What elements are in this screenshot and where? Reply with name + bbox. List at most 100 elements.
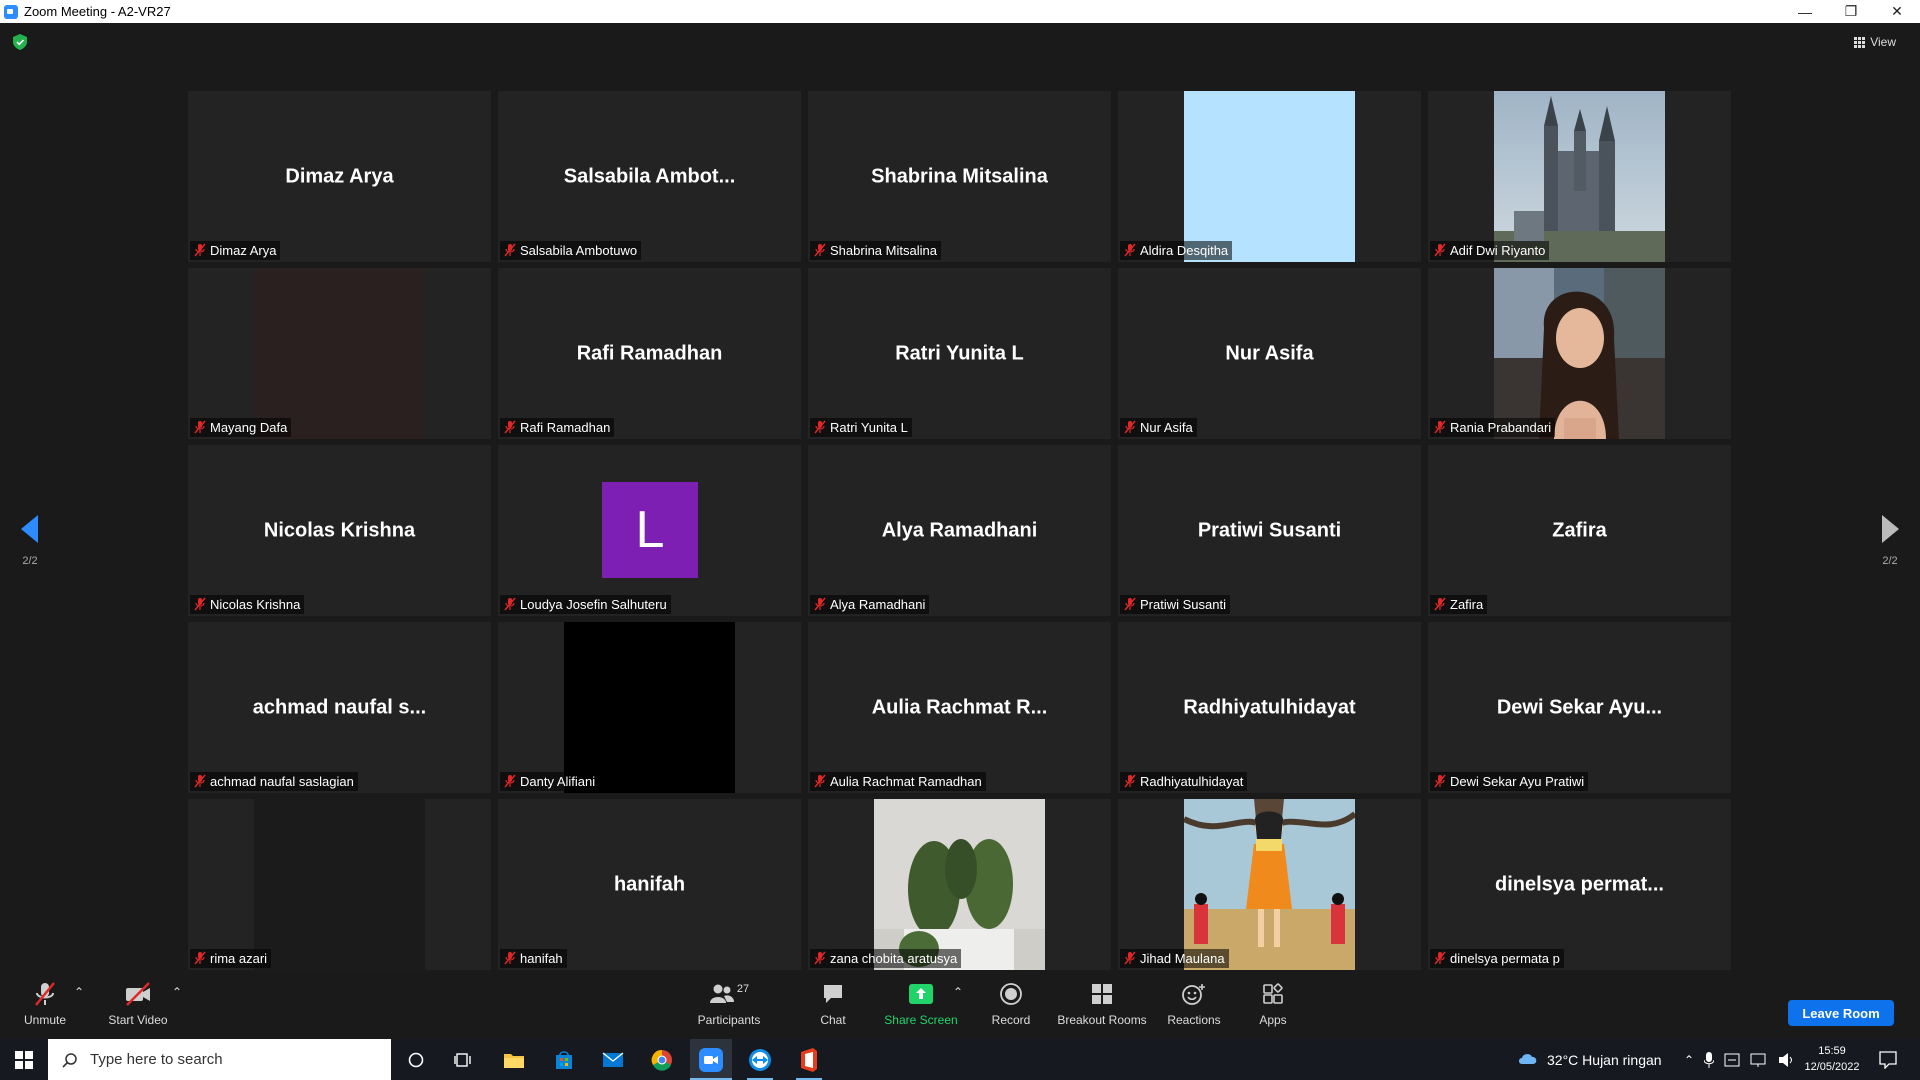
apps-icon <box>1263 983 1283 1004</box>
participant-name-tag: Dimaz Arya <box>190 241 281 260</box>
close-button[interactable]: ✕ <box>1874 0 1920 23</box>
view-button[interactable]: View <box>1854 35 1896 49</box>
office-icon[interactable] <box>788 1039 830 1080</box>
participant-name: rima azari <box>210 951 268 966</box>
participant-name-tag: Ratri Yunita L <box>810 418 912 437</box>
participant-tile[interactable]: Aldira Desqitha <box>1118 91 1421 262</box>
reactions-button[interactable]: Reactions <box>1165 981 1223 1027</box>
grid-view-icon <box>1854 36 1866 48</box>
participant-name: Danty Alifiani <box>520 774 596 789</box>
share-screen-button[interactable]: Share Screen <box>884 981 958 1027</box>
microphone-icon[interactable] <box>1704 1051 1715 1068</box>
muted-mic-icon <box>504 774 516 788</box>
notifications-icon[interactable] <box>1870 1039 1906 1080</box>
search-placeholder: Type here to search <box>90 1051 223 1068</box>
participant-display-name: Alya Ramadhani <box>881 519 1038 541</box>
arrow-left-icon <box>21 515 38 543</box>
title-bar: Zoom Meeting - A2-VR27 — ❐ ✕ <box>0 0 1920 23</box>
teamviewer-tray-icon[interactable] <box>1724 1052 1740 1068</box>
task-view-icon[interactable] <box>447 1039 479 1080</box>
apps-label: Apps <box>1259 1013 1287 1027</box>
participant-display-name: Nicolas Krishna <box>263 519 416 541</box>
participant-tile[interactable]: Pratiwi Susanti Pratiwi Susanti <box>1118 445 1421 616</box>
participant-tile[interactable]: Zafira Zafira <box>1428 445 1731 616</box>
search-icon <box>62 1052 77 1068</box>
breakout-rooms-button[interactable]: Breakout Rooms <box>1057 981 1147 1027</box>
participants-count: 27 <box>736 983 750 995</box>
file-explorer-icon[interactable] <box>497 1039 531 1080</box>
participant-name-tag: hanifah <box>500 949 567 968</box>
microsoft-store-icon[interactable] <box>547 1039 581 1080</box>
participant-tile[interactable]: Rania Prabandari <box>1428 268 1731 439</box>
participant-tile[interactable]: hanifah hanifah <box>498 799 801 970</box>
participant-tile[interactable]: Dewi Sekar Ayu... Dewi Sekar Ayu Pratiwi <box>1428 622 1731 793</box>
share-options-caret-icon[interactable]: ⌃ <box>953 985 963 999</box>
participant-name: Pratiwi Susanti <box>1140 597 1226 612</box>
zoom-taskbar-icon[interactable] <box>690 1039 732 1080</box>
participant-tile[interactable]: Mayang Dafa <box>188 268 491 439</box>
video-options-caret-icon[interactable]: ⌃ <box>172 985 182 999</box>
participant-tile[interactable]: L Loudya Josefin Salhuteru <box>498 445 801 616</box>
next-page-button[interactable]: 2/2 <box>1875 515 1905 567</box>
chat-button[interactable]: Chat <box>812 981 854 1027</box>
participant-tile[interactable]: Ratri Yunita L Ratri Yunita L <box>808 268 1111 439</box>
window-controls: — ❐ ✕ <box>1782 0 1920 23</box>
chrome-icon[interactable] <box>645 1039 679 1080</box>
participant-tile[interactable]: Radhiyatulhidayat Radhiyatulhidayat <box>1118 622 1421 793</box>
clock-date: 12/05/2022 <box>1804 1061 1860 1073</box>
unmute-button[interactable]: Unmute <box>20 981 70 1027</box>
participant-tile[interactable]: Danty Alifiani <box>498 622 801 793</box>
participant-tile[interactable]: Nur Asifa Nur Asifa <box>1118 268 1421 439</box>
participant-tile[interactable]: Alya Ramadhani Alya Ramadhani <box>808 445 1111 616</box>
participant-tile[interactable]: Shabrina Mitsalina Shabrina Mitsalina <box>808 91 1111 262</box>
taskbar-clock[interactable]: 15:59 12/05/2022 <box>1800 1043 1864 1075</box>
muted-mic-icon <box>1124 420 1136 434</box>
participants-icon <box>709 984 734 1003</box>
windows-start-button[interactable] <box>0 1039 48 1080</box>
participant-tile[interactable]: rima azari <box>188 799 491 970</box>
participant-name-tag: Salsabila Ambotuwo <box>500 241 642 260</box>
muted-mic-icon <box>1434 243 1446 257</box>
weather-widget[interactable]: 32°C Hujan ringan <box>1517 1039 1662 1080</box>
apps-button[interactable]: Apps <box>1254 981 1292 1027</box>
leave-room-button[interactable]: Leave Room <box>1788 1000 1894 1026</box>
participant-tile[interactable]: zana chobita aratusya <box>808 799 1111 970</box>
participant-tile[interactable]: Nicolas Krishna Nicolas Krishna <box>188 445 491 616</box>
participant-display-name: Shabrina Mitsalina <box>871 165 1048 187</box>
participant-tile[interactable]: Aulia Rachmat R... Aulia Rachmat Ramadhan <box>808 622 1111 793</box>
chevron-up-icon[interactable]: ⌃ <box>1684 1053 1694 1067</box>
restore-button[interactable]: ❐ <box>1828 0 1874 23</box>
security-shield-icon[interactable] <box>13 34 27 50</box>
cortana-icon[interactable] <box>400 1039 432 1080</box>
participant-name-tag: Radhiyatulhidayat <box>1120 772 1248 791</box>
participant-tile[interactable]: dinelsya permat... dinelsya permata p <box>1428 799 1731 970</box>
participants-label: Participants <box>697 1013 761 1027</box>
chat-icon <box>824 985 842 1003</box>
muted-mic-icon <box>194 774 206 788</box>
start-video-label: Start Video <box>108 1013 168 1027</box>
participant-tile[interactable]: Jihad Maulana <box>1118 799 1421 970</box>
record-button[interactable]: Record <box>988 981 1034 1027</box>
participant-tile[interactable]: Dimaz Arya Dimaz Arya <box>188 91 491 262</box>
audio-options-caret-icon[interactable]: ⌃ <box>74 985 84 999</box>
participant-tile[interactable]: Rafi Ramadhan Rafi Ramadhan <box>498 268 801 439</box>
mail-icon[interactable] <box>596 1039 630 1080</box>
previous-page-button[interactable]: 2/2 <box>15 515 45 567</box>
unmute-label: Unmute <box>23 1013 67 1027</box>
participant-tile[interactable]: achmad naufal s... achmad naufal saslagia… <box>188 622 491 793</box>
teamviewer-icon[interactable] <box>739 1039 781 1080</box>
participants-button[interactable]: 27 Participants <box>692 981 766 1027</box>
rain-cloud-icon <box>1519 1053 1537 1064</box>
participant-display-name: Nur Asifa <box>1225 342 1314 364</box>
volume-icon[interactable] <box>1778 1052 1796 1068</box>
muted-mic-icon <box>504 420 516 434</box>
muted-mic-icon <box>1434 951 1446 965</box>
participant-display-name: Ratri Yunita L <box>895 342 1024 364</box>
taskbar-search-box[interactable]: Type here to search <box>48 1039 391 1080</box>
start-video-button[interactable]: Start Video <box>105 981 171 1027</box>
participant-name: Nur Asifa <box>1140 420 1193 435</box>
participant-tile[interactable]: Adif Dwi Riyanto <box>1428 91 1731 262</box>
participant-tile[interactable]: Salsabila Ambot... Salsabila Ambotuwo <box>498 91 801 262</box>
minimize-button[interactable]: — <box>1782 0 1828 23</box>
network-icon[interactable] <box>1750 1052 1768 1068</box>
